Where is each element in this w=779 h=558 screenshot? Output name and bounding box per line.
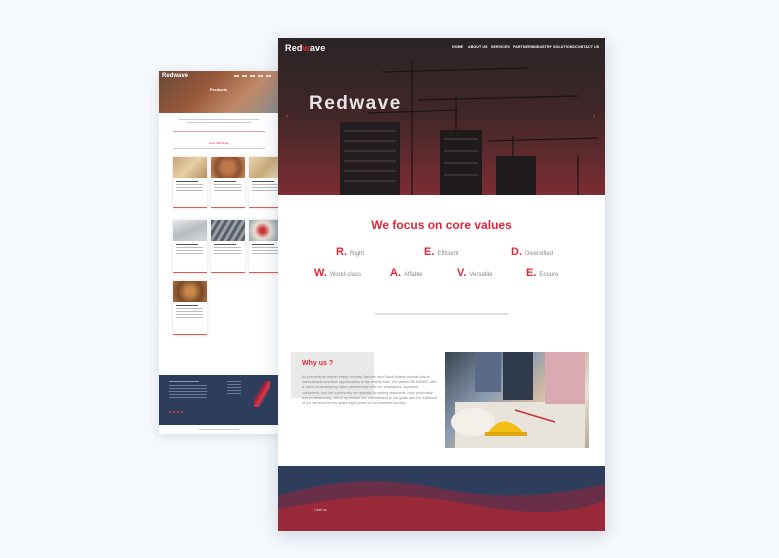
footer-link[interactable]: • Ask us [314,508,327,512]
team-planning-image [445,352,589,448]
back-tab-row [173,131,265,132]
nav-services[interactable]: SERVICES [491,45,510,49]
value-item: W. World-class [314,267,362,279]
carousel-prev-icon[interactable]: ‹ [286,114,288,120]
nav-industry-solutions[interactable]: INDUSTRY SOLUTIONS [533,45,575,49]
back-intro-line [187,122,251,123]
front-page-preview: Redwave HOME ABOUT US SERVICES PARTNERS … [278,38,605,531]
back-card [173,281,207,335]
back-logo: Redwave [162,73,189,79]
why-us-body: As primarily an export based country, Ba… [302,375,438,406]
nav-home[interactable]: HOME [452,45,463,49]
carousel-dots[interactable] [432,185,447,195]
back-section-title: Core Offerings [208,141,229,145]
back-page-preview: Redwave Products Core Offerings [159,71,278,434]
nav-about-us[interactable]: ABOUT US [468,45,488,49]
construction-cranes-image [340,60,599,195]
back-section-line [173,148,265,149]
value-item: E. Ensure [526,267,559,279]
section-divider [375,313,508,315]
core-values-title: We focus on core values [371,218,512,232]
back-hero-title: Products [209,87,228,92]
back-footer [159,375,278,425]
back-card [249,220,278,273]
back-card [249,157,278,208]
carousel-next-icon[interactable]: › [593,114,595,120]
value-item: D. Diversified [511,246,554,258]
footer [278,466,605,531]
nav-partners[interactable]: PARTNERS [513,45,533,49]
value-item: V. Versatile [457,267,493,279]
why-us-title: Why us ? [302,360,334,367]
back-card [211,157,245,208]
logo[interactable]: Redwave [285,43,325,53]
value-item: E. Efficient [424,246,459,258]
value-item: R. Right [336,246,365,258]
hero-title: Redwave [309,93,402,114]
back-card [173,157,207,208]
hero-banner: Redwave HOME ABOUT US SERVICES PARTNERS … [278,38,605,195]
back-card [173,220,207,273]
back-nav [234,75,274,77]
value-item: A. Affable [390,267,423,279]
nav-contact-us[interactable]: CONTACT US [575,45,599,49]
back-intro-line [179,119,259,120]
back-card [211,220,245,273]
back-bottom-bar [159,425,278,434]
